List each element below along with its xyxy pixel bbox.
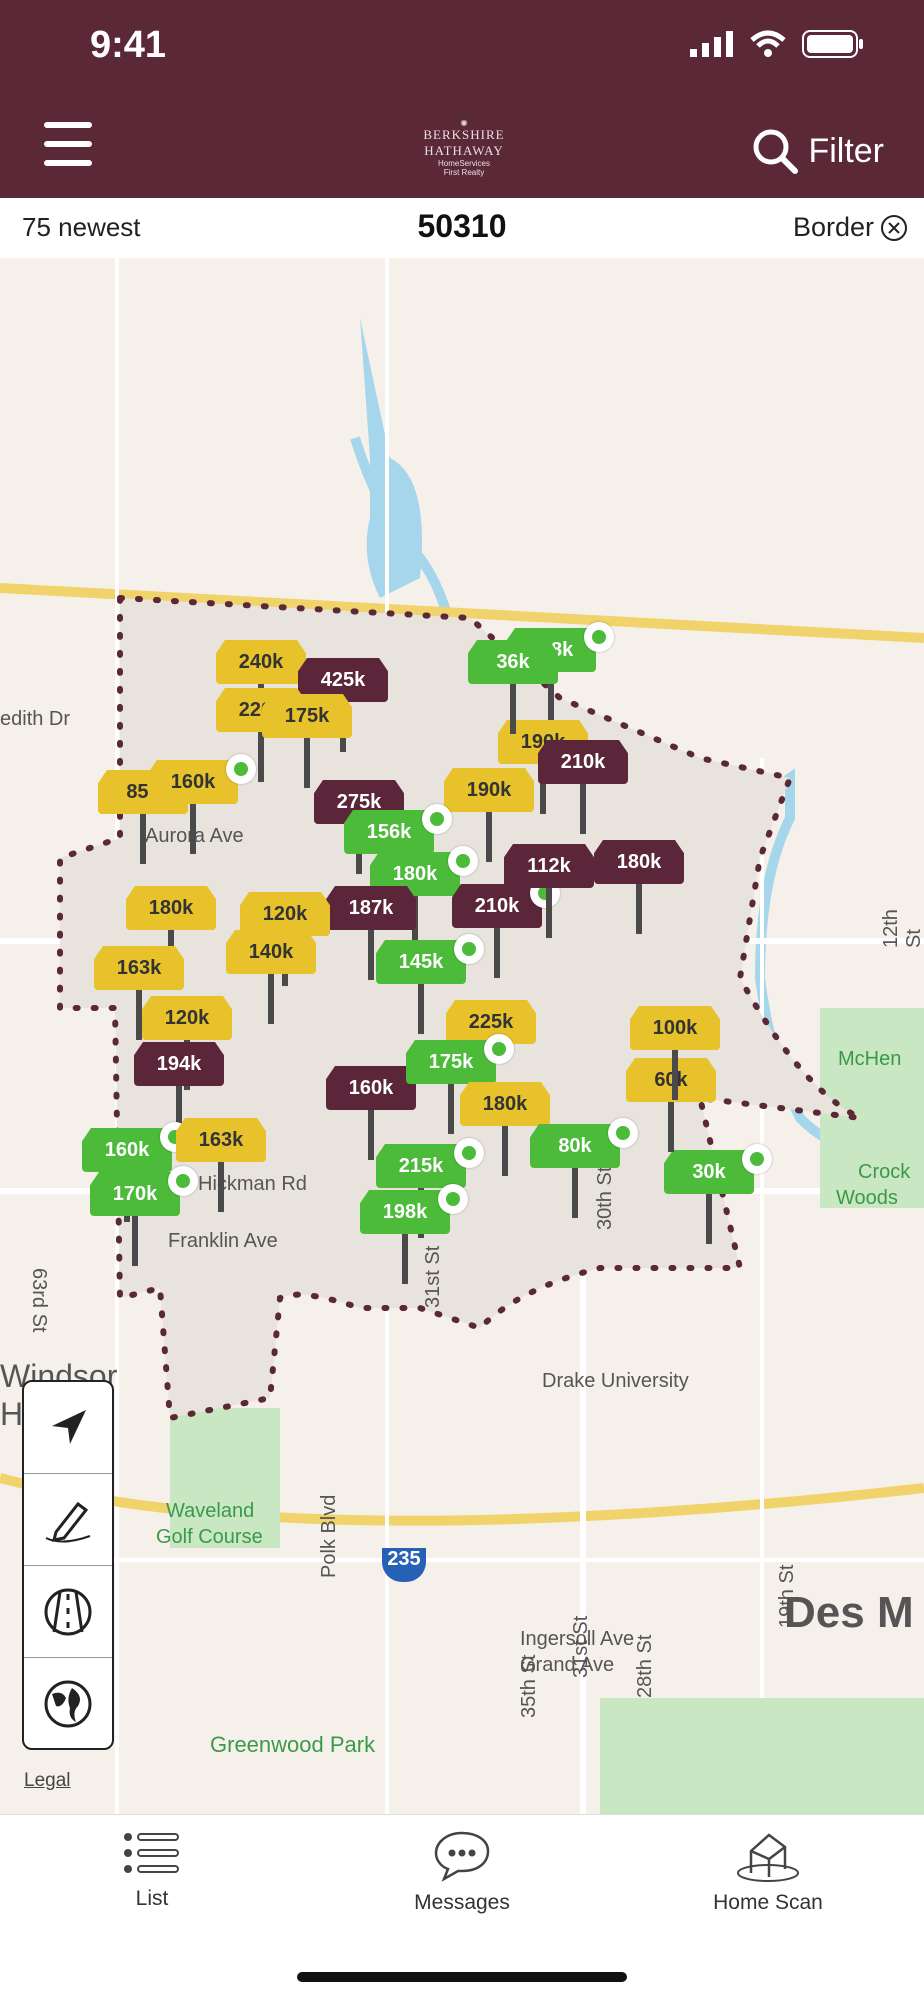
- new-listing-dot: [438, 1184, 468, 1214]
- listing-pin[interactable]: 160k: [148, 754, 256, 860]
- listing-pin[interactable]: 100k: [630, 1006, 724, 1106]
- new-listing-dot: [584, 622, 614, 652]
- listing-pin[interactable]: 36k: [468, 640, 562, 740]
- tab-home-scan[interactable]: Home Scan: [668, 1829, 868, 1915]
- map-label: Greenwood Park: [210, 1732, 376, 1757]
- listing-pin[interactable]: 30k: [664, 1144, 772, 1250]
- listing-pin[interactable]: 80k: [530, 1118, 638, 1224]
- zip-code: 50310: [417, 208, 507, 244]
- map-label: Drake University: [542, 1370, 689, 1392]
- globe-icon: [44, 1680, 92, 1727]
- map-label: Polk Blvd: [318, 1494, 340, 1578]
- close-icon[interactable]: [880, 214, 908, 242]
- listing-pin[interactable]: 198k: [360, 1184, 468, 1290]
- map-label: 63rd St: [28, 1268, 50, 1333]
- listing-pin[interactable]: 180k: [594, 840, 688, 940]
- filter-button[interactable]: Filter: [752, 128, 884, 174]
- signal-icon: [690, 31, 733, 57]
- info-bar: 75 newest 50310 Border: [0, 198, 924, 259]
- home-indicator[interactable]: [297, 1972, 627, 1982]
- battery-icon: [802, 30, 863, 58]
- status-time: 9:41: [90, 24, 167, 66]
- map-label: Ingersoll Ave: [520, 1628, 635, 1650]
- map-label: 28th St: [634, 1634, 656, 1698]
- map-label: Golf Course: [156, 1526, 263, 1548]
- listing-pin[interactable]: 210k: [538, 740, 632, 840]
- tab-list-label: List: [135, 1887, 169, 1910]
- map-label: Grand Ave: [520, 1654, 615, 1676]
- globe-button[interactable]: [24, 1658, 112, 1749]
- map-view[interactable]: edith Dr Aurora Ave Hickman Rd Franklin …: [0, 258, 924, 1814]
- new-listing-dot: [448, 846, 478, 876]
- map-label: Franklin Ave: [168, 1230, 278, 1252]
- search-icon: [753, 129, 799, 174]
- map-label: McHen: [838, 1048, 902, 1070]
- traffic-button[interactable]: [24, 1566, 112, 1658]
- tab-home-scan-label: Home Scan: [713, 1891, 823, 1914]
- locate-button[interactable]: [24, 1382, 112, 1474]
- new-listing-dot: [742, 1144, 772, 1174]
- filter-label: Filter: [808, 131, 884, 170]
- chat-bubble-icon: [434, 1831, 490, 1882]
- status-bar: 9:41: [0, 0, 924, 100]
- legal-link[interactable]: Legal: [24, 1770, 71, 1792]
- home-scan-icon: [737, 1833, 799, 1882]
- border-toggle[interactable]: Border: [793, 212, 908, 243]
- brand-logo: ◉ BERKSHIRE HATHAWAY HomeServices First …: [423, 118, 505, 177]
- listing-pin[interactable]: 112k: [504, 844, 598, 944]
- new-listing-dot: [422, 804, 452, 834]
- draw-button[interactable]: [24, 1474, 112, 1566]
- tab-list[interactable]: List: [52, 1829, 252, 1911]
- map-label: Waveland: [166, 1500, 255, 1522]
- list-icon: [124, 1833, 179, 1873]
- road-icon: [44, 1588, 92, 1635]
- map-tools: [22, 1380, 114, 1750]
- new-listing-dot: [226, 754, 256, 784]
- pencil-icon: [45, 1501, 91, 1542]
- map-label: Des M: [784, 1588, 914, 1637]
- wifi-icon: [750, 30, 786, 57]
- listing-pin[interactable]: 170k: [90, 1166, 198, 1272]
- map-label: 12th St: [880, 909, 924, 948]
- map-label: Crock: [858, 1161, 911, 1183]
- new-listing-dot: [454, 934, 484, 964]
- new-listing-dot: [454, 1138, 484, 1168]
- listing-pin[interactable]: 175k: [262, 694, 356, 794]
- location-arrow-icon: [52, 1409, 86, 1444]
- new-listing-dot: [484, 1034, 514, 1064]
- tab-messages-label: Messages: [414, 1891, 510, 1914]
- new-listing-dot: [168, 1166, 198, 1196]
- map-label: Woods: [836, 1187, 898, 1209]
- tab-messages[interactable]: Messages: [362, 1829, 562, 1915]
- map-label: edith Dr: [0, 708, 71, 730]
- top-nav: ◉ BERKSHIRE HATHAWAY HomeServices First …: [0, 100, 924, 198]
- menu-icon[interactable]: [44, 122, 92, 168]
- status-icons: [690, 30, 864, 58]
- listing-pin[interactable]: 140k: [226, 930, 320, 1030]
- border-label: Border: [792, 212, 874, 242]
